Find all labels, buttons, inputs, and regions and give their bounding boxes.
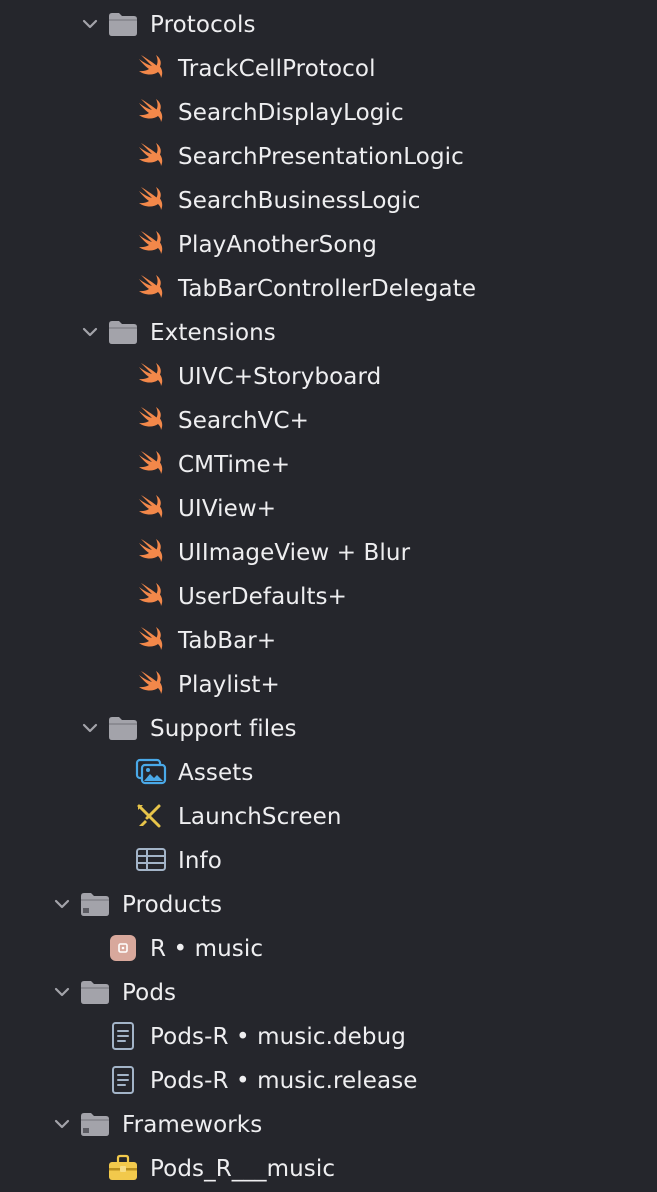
- file-label: SearchDisplayLogic: [178, 100, 404, 126]
- file-row[interactable]: Playlist+: [0, 662, 657, 706]
- group-label: Support files: [150, 716, 297, 742]
- group-label: Extensions: [150, 320, 276, 346]
- group-row-pods[interactable]: Pods: [0, 970, 657, 1014]
- app-product-icon: [110, 935, 136, 961]
- swift-file-icon: [139, 495, 163, 518]
- framework-toolbox-icon: [109, 1154, 137, 1180]
- file-label: PlayAnotherSong: [178, 232, 377, 258]
- swift-file-icon: [139, 407, 163, 430]
- file-row[interactable]: PlayAnotherSong: [0, 222, 657, 266]
- file-label: SearchBusinessLogic: [178, 188, 421, 214]
- file-row[interactable]: SearchBusinessLogic: [0, 178, 657, 222]
- file-label: UserDefaults+: [178, 584, 348, 610]
- file-label: UIView+: [178, 496, 277, 522]
- chevron-down-icon[interactable]: [81, 15, 99, 33]
- chevron-down-icon[interactable]: [81, 323, 99, 341]
- file-row[interactable]: Info: [0, 838, 657, 882]
- xcconfig-file-icon: [112, 1066, 134, 1094]
- file-label: TrackCellProtocol: [178, 56, 376, 82]
- file-label: UIVC+Storyboard: [178, 364, 382, 390]
- group-row-support-files[interactable]: Support files: [0, 706, 657, 750]
- file-row[interactable]: R • music: [0, 926, 657, 970]
- group-row-protocols[interactable]: Protocols: [0, 2, 657, 46]
- file-label: Assets: [178, 760, 254, 786]
- project-navigator: Protocols TrackCellProtocol SearchDispla…: [0, 0, 657, 1192]
- swift-file-icon: [139, 187, 163, 210]
- swift-file-icon: [139, 99, 163, 122]
- file-label: LaunchScreen: [178, 804, 342, 830]
- chevron-down-icon[interactable]: [81, 719, 99, 737]
- folder-icon: [109, 13, 137, 36]
- group-label: Pods: [122, 980, 177, 1006]
- swift-file-icon: [139, 275, 163, 298]
- file-row[interactable]: Pods-R • music.debug: [0, 1014, 657, 1058]
- file-row[interactable]: TrackCellProtocol: [0, 46, 657, 90]
- file-row[interactable]: UIView+: [0, 486, 657, 530]
- file-row[interactable]: Pods_R___music: [0, 1146, 657, 1190]
- plist-icon: [136, 848, 166, 871]
- group-row-frameworks[interactable]: Frameworks: [0, 1102, 657, 1146]
- file-label: SearchPresentationLogic: [178, 144, 464, 170]
- file-label: SearchVC+: [178, 408, 309, 434]
- folder-icon: [81, 981, 109, 1004]
- file-label: Pods-R • music.release: [150, 1068, 418, 1094]
- file-row[interactable]: TabBarControllerDelegate: [0, 266, 657, 310]
- file-row[interactable]: SearchVC+: [0, 398, 657, 442]
- swift-file-icon: [139, 363, 163, 386]
- file-row[interactable]: Pods-R • music.release: [0, 1058, 657, 1102]
- chevron-down-icon[interactable]: [53, 1115, 71, 1133]
- file-row[interactable]: SearchDisplayLogic: [0, 90, 657, 134]
- group-row-products[interactable]: Products: [0, 882, 657, 926]
- swift-file-icon: [139, 671, 163, 694]
- file-row[interactable]: SearchPresentationLogic: [0, 134, 657, 178]
- file-row[interactable]: UIImageView + Blur: [0, 530, 657, 574]
- file-label: Pods-R • music.debug: [150, 1024, 407, 1050]
- file-label: Pods_R___music: [150, 1156, 336, 1182]
- file-label: TabBarControllerDelegate: [178, 276, 477, 302]
- file-row[interactable]: TabBar+: [0, 618, 657, 662]
- storyboard-icon: [137, 804, 161, 828]
- chevron-down-icon[interactable]: [53, 983, 71, 1001]
- chevron-down-icon[interactable]: [53, 895, 71, 913]
- group-row-extensions[interactable]: Extensions: [0, 310, 657, 354]
- file-row[interactable]: UserDefaults+: [0, 574, 657, 618]
- file-label: Playlist+: [178, 672, 280, 698]
- swift-file-icon: [139, 627, 163, 650]
- file-label: R • music: [150, 936, 264, 962]
- swift-file-icon: [139, 451, 163, 474]
- xcconfig-file-icon: [112, 1022, 134, 1050]
- asset-catalog-icon: [135, 758, 167, 785]
- file-row[interactable]: LaunchScreen: [0, 794, 657, 838]
- file-row[interactable]: CMTime+: [0, 442, 657, 486]
- file-label: UIImageView + Blur: [178, 540, 411, 566]
- swift-file-icon: [139, 583, 163, 606]
- swift-file-icon: [139, 55, 163, 78]
- group-label: Protocols: [150, 12, 256, 38]
- group-label: Frameworks: [122, 1112, 263, 1138]
- swift-file-icon: [139, 231, 163, 254]
- swift-file-icon: [139, 143, 163, 166]
- folder-icon: [81, 893, 109, 916]
- file-label: CMTime+: [178, 452, 291, 478]
- folder-icon: [81, 1113, 109, 1136]
- file-row[interactable]: UIVC+Storyboard: [0, 354, 657, 398]
- group-label: Products: [122, 892, 223, 918]
- folder-icon: [109, 717, 137, 740]
- file-label: Info: [178, 848, 222, 874]
- file-row[interactable]: Assets: [0, 750, 657, 794]
- file-label: TabBar+: [178, 628, 277, 654]
- swift-file-icon: [139, 539, 163, 562]
- folder-icon: [109, 321, 137, 344]
